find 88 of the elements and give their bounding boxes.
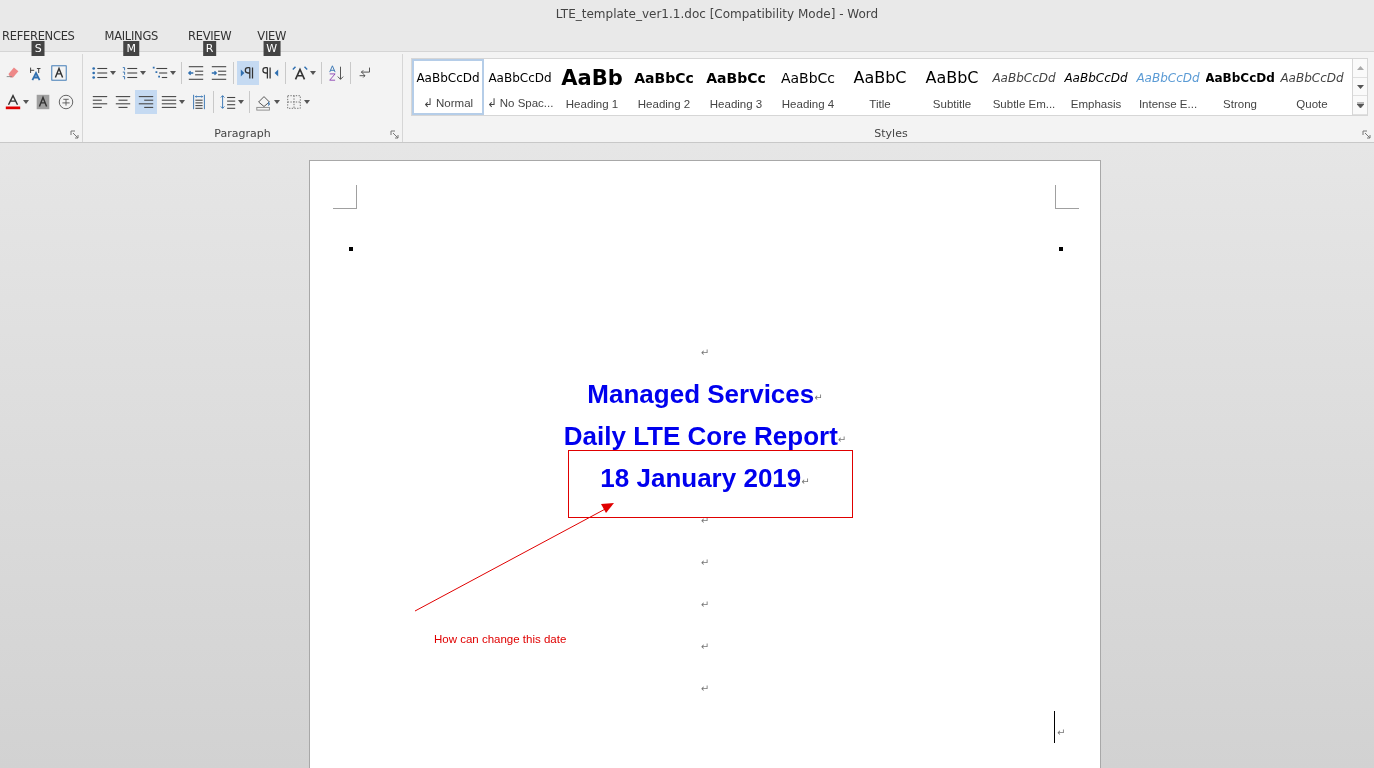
ltr-button[interactable] <box>237 60 259 85</box>
style-preview: AaBbCc <box>706 69 766 88</box>
align-right-button[interactable] <box>135 89 157 114</box>
paragraph-mark: ↵ <box>700 556 710 568</box>
heading-text: Daily LTE Core Report <box>563 420 838 452</box>
style-preview: AaBbCc <box>780 69 836 88</box>
caret-icon <box>310 70 316 75</box>
margin-corner-mark <box>333 185 357 209</box>
paragraph-mark: ↵ <box>700 682 710 694</box>
dialog-launcher[interactable] <box>390 130 399 139</box>
style-name: Quote <box>1296 98 1328 110</box>
heading-text: 18 January 2019 <box>600 462 802 494</box>
group-label: Paragraph <box>213 127 272 140</box>
ribbon-tab[interactable]: REVIEW <box>186 29 234 43</box>
keytip-badge: S <box>31 41 45 56</box>
more-button[interactable] <box>1353 96 1367 115</box>
annotation-note: How can change this date <box>434 633 567 645</box>
increase-indent-icon <box>210 63 228 82</box>
caret-icon <box>274 99 280 104</box>
paragraph-mark: ↵ <box>801 476 810 487</box>
keytip-badge: M <box>123 41 140 56</box>
style-preview: AaBbCcDd <box>992 70 1056 87</box>
style-preview: AaBbCcDd <box>416 70 480 87</box>
style-name: Strong <box>1223 98 1257 110</box>
decrease-indent-icon <box>187 63 205 82</box>
caret-icon <box>238 99 244 104</box>
style-preview: AaBb <box>561 67 623 89</box>
ribbon-tab[interactable]: VIEW <box>255 29 289 43</box>
style-name: Heading 4 <box>781 98 835 110</box>
paragraph-mark: ↵ <box>837 434 847 445</box>
line-spacing-icon <box>219 92 237 111</box>
style-name: Heading 3 <box>709 98 763 110</box>
dialog-launcher-icon <box>70 130 79 139</box>
borders-icon <box>285 92 303 111</box>
caret-up-icon <box>1356 64 1364 71</box>
style-preview: AaBbC <box>853 67 907 89</box>
character-border-icon <box>50 63 68 82</box>
style-name: Heading 2 <box>637 98 691 110</box>
anchor-marker <box>349 247 353 251</box>
keytip-badge: W <box>263 41 281 56</box>
style-name: ↲ Normal <box>422 96 474 110</box>
caret-icon <box>304 99 310 104</box>
character-shading-icon <box>34 92 52 111</box>
keytip-badge: R <box>202 41 217 56</box>
paragraph-mark: ↵ <box>814 392 823 403</box>
style-preview: AaBbCcDd <box>1206 70 1274 87</box>
style-name: ↲ No Spac... <box>486 96 554 110</box>
anchor-marker <box>1059 247 1063 251</box>
dialog-launcher-icon <box>1362 130 1371 139</box>
caret-icon <box>23 99 29 104</box>
style-name: Subtle Em... <box>992 98 1056 110</box>
sort-icon <box>327 63 345 82</box>
paragraph-mark: ↵ <box>700 640 710 652</box>
style-item[interactable]: AaBbCcDd ↲ Normal <box>412 59 484 115</box>
style-preview: AaBbCcDd <box>1280 70 1344 87</box>
caret-icon <box>110 70 116 75</box>
dialog-launcher[interactable] <box>70 130 79 139</box>
style-preview: AaBbC <box>925 67 979 89</box>
paragraph-mark: ↵ <box>700 598 710 610</box>
caret-icon <box>170 70 176 75</box>
style-name: Heading 1 <box>565 98 619 110</box>
style-name: Subtitle <box>932 98 972 110</box>
ribbon-tab[interactable]: REFERENCES <box>0 29 77 43</box>
distributed-icon <box>190 92 208 111</box>
ribbon-tab[interactable]: MAILINGS <box>102 29 160 43</box>
caret-down-icon <box>1356 102 1364 109</box>
paragraph-mark: ↵ <box>1057 727 1066 738</box>
dialog-launcher[interactable] <box>1362 130 1371 139</box>
group-label: Styles <box>873 127 909 140</box>
style-preview: AaBbCcDd <box>1136 70 1200 87</box>
caret-icon <box>179 99 185 104</box>
style-name: Title <box>869 98 891 110</box>
margin-corner-mark <box>1055 185 1079 209</box>
text-cursor <box>1054 711 1055 743</box>
paragraph-mark: ↵ <box>700 514 710 526</box>
style-name: Emphasis <box>1070 98 1122 110</box>
style-preview: AaBbCc <box>634 69 694 88</box>
window-title: LTE_template_ver1.1.doc [Compatibility Mode] - Word <box>554 7 879 21</box>
caret-icon <box>140 70 146 75</box>
style-name: Intense E... <box>1138 98 1198 110</box>
paragraph-mark: ↵ <box>700 346 710 358</box>
heading-text: Managed Services <box>587 378 815 410</box>
enclosed-character-icon <box>57 92 75 111</box>
caret-down-icon <box>1356 83 1364 90</box>
font-color-icon <box>4 92 22 111</box>
dialog-launcher-icon <box>390 130 399 139</box>
style-preview: AaBbCcDd <box>488 70 552 87</box>
style-preview: AaBbCcDd <box>1064 70 1128 87</box>
